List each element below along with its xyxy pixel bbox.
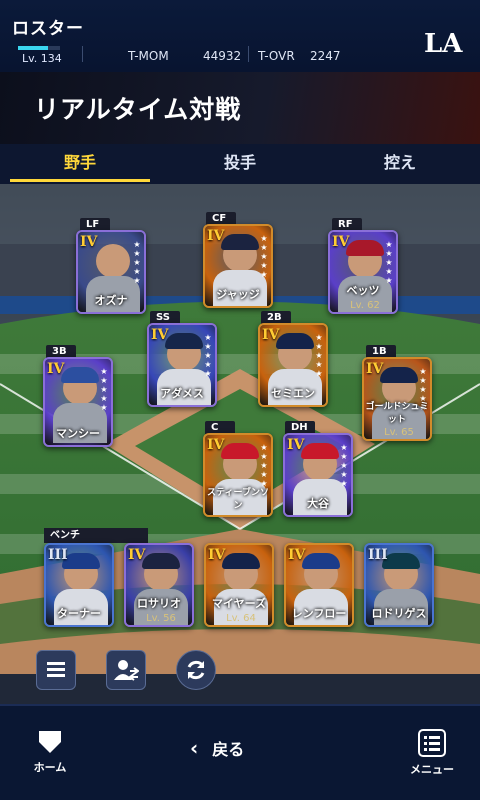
tovr-value: 2247 xyxy=(310,49,341,63)
grade-label: IV xyxy=(207,228,225,244)
star-rating-icon: ★ ★ ★ ★ ★ xyxy=(340,443,348,488)
home-plate-icon xyxy=(39,731,61,753)
mode-title: リアルタイム対戦 xyxy=(34,95,242,124)
tovr-label: T-OVR xyxy=(258,49,295,63)
player-cap xyxy=(142,553,180,569)
player-cap xyxy=(302,553,340,569)
swap-player-button[interactable] xyxy=(106,650,146,690)
grade-label: IV xyxy=(47,361,65,377)
player-name: ロサリオ xyxy=(137,597,181,610)
star-rating-icon: ★ ★ ★ ★ ★ xyxy=(260,443,268,488)
bench-card[interactable]: III ロドリゲス xyxy=(364,543,434,627)
player-cap xyxy=(276,333,314,349)
player-cap xyxy=(301,443,339,459)
baseball-field: LF IV ★ ★ ★ ★ ★ オズナ CF IV ★ ★ ★ ★ ★ ジャッジ RF IV ★… xyxy=(0,184,480,704)
tab-reserves[interactable]: 控え xyxy=(320,144,480,184)
player-level: Lv. 62 xyxy=(350,300,380,311)
tab-bar: 野手 投手 控え xyxy=(0,144,480,184)
divider xyxy=(248,46,249,62)
player-portrait xyxy=(96,244,130,278)
player-name: レンフロー xyxy=(291,607,347,620)
tab-pitchers[interactable]: 投手 xyxy=(160,144,320,184)
player-card-rf[interactable]: IV ★ ★ ★ ★ ★ ベッツ Lv. 62 xyxy=(328,230,398,314)
user-swap-icon xyxy=(114,660,139,681)
player-card-cf[interactable]: IV ★ ★ ★ ★ ★ ジャッジ xyxy=(203,224,273,308)
back-button[interactable]: ‹ 戻る xyxy=(190,736,290,760)
player-name: 大谷 xyxy=(307,497,329,510)
list-icon xyxy=(47,662,65,677)
bench-card[interactable]: IV マイヤーズ Lv. 64 xyxy=(204,543,274,627)
bench-label: ベンチ xyxy=(44,528,148,543)
player-name: マイヤーズ xyxy=(211,597,267,610)
grade-label: III xyxy=(48,547,68,563)
home-button[interactable]: ホーム xyxy=(26,728,74,775)
player-card-lf[interactable]: IV ★ ★ ★ ★ ★ オズナ xyxy=(76,230,146,314)
menu-icon xyxy=(418,729,446,757)
list-view-button[interactable] xyxy=(36,650,76,690)
tmom-value: 44932 xyxy=(203,49,242,63)
player-name: ジャッジ xyxy=(216,288,260,301)
menu-button[interactable]: メニュー xyxy=(404,728,460,777)
tmom-label: T-MOM xyxy=(128,49,169,63)
player-cap xyxy=(61,367,99,383)
player-card-2b[interactable]: IV ★ ★ ★ ★ ★ セミエン xyxy=(258,323,328,407)
grade-label: IV xyxy=(151,327,169,343)
player-name: ターナー xyxy=(57,607,101,620)
player-level: Lv. 64 xyxy=(226,613,256,624)
star-rating-icon: ★ ★ ★ ★ ★ xyxy=(315,333,323,378)
player-name: スティーブンソン xyxy=(207,488,269,511)
player-name: ロドリゲス xyxy=(371,607,427,620)
player-name: セミエン xyxy=(271,387,315,400)
menu-label: メニュー xyxy=(410,763,454,776)
grade-label: IV xyxy=(262,327,280,343)
screen-title: ロスター xyxy=(12,19,84,39)
player-level: Lv. 134 xyxy=(22,52,62,65)
grade-label: IV xyxy=(80,234,98,250)
player-name: ゴールドシュミット xyxy=(365,402,429,425)
chevron-left-icon: ‹ xyxy=(190,736,199,760)
grade-label: IV xyxy=(332,234,350,250)
player-cap xyxy=(221,234,259,250)
star-rating-icon: ★ ★ ★ ★ ★ xyxy=(204,333,212,378)
player-card-ss[interactable]: IV ★ ★ ★ ★ ★ アダメス xyxy=(147,323,217,407)
home-label: ホーム xyxy=(33,761,67,774)
bench-card[interactable]: IV レンフロー xyxy=(284,543,354,627)
player-level: Lv. 65 xyxy=(384,427,414,438)
player-name: オズナ xyxy=(94,294,128,307)
player-card-3b[interactable]: IV ★ ★ ★ ★ ★ マンシー xyxy=(43,357,113,447)
player-name: ベッツ xyxy=(346,284,380,297)
player-card-dh[interactable]: IV ★ ★ ★ ★ ★ 大谷 xyxy=(283,433,353,517)
grade-label: IV xyxy=(288,547,306,563)
grade-label: IV xyxy=(207,437,225,453)
player-cap xyxy=(346,240,384,256)
player-name: マンシー xyxy=(56,427,100,440)
bench-card[interactable]: III ターナー xyxy=(44,543,114,627)
grade-label: IV xyxy=(287,437,305,453)
grade-label: IV xyxy=(208,547,226,563)
star-rating-icon: ★ ★ ★ ★ ★ xyxy=(260,234,268,279)
player-card-1b[interactable]: IV ★ ★ ★ ★ ★ ゴールドシュミット Lv. 65 xyxy=(362,357,432,441)
back-label: 戻る xyxy=(212,740,245,759)
player-card-c[interactable]: IV ★ ★ ★ ★ ★ スティーブンソン xyxy=(203,433,273,517)
refresh-icon xyxy=(187,660,205,680)
divider xyxy=(82,46,83,62)
star-rating-icon: ★ ★ ★ ★ ★ xyxy=(133,240,141,285)
level-progress-fill xyxy=(18,46,48,50)
player-cap xyxy=(221,443,259,459)
star-rating-icon: ★ ★ ★ ★ ★ xyxy=(100,367,108,412)
tab-fielders[interactable]: 野手 xyxy=(0,144,160,184)
player-cap xyxy=(165,333,203,349)
player-cap xyxy=(380,367,418,383)
player-name: アダメス xyxy=(160,387,204,400)
grade-label: IV xyxy=(128,547,146,563)
player-level: Lv. 56 xyxy=(146,613,176,624)
star-rating-icon: ★ ★ ★ ★ ★ xyxy=(385,240,393,285)
player-cap xyxy=(222,553,260,569)
grade-label: III xyxy=(368,547,388,563)
bench-card[interactable]: IV ロサリオ Lv. 56 xyxy=(124,543,194,627)
grade-label: IV xyxy=(366,361,384,377)
auto-assign-button[interactable] xyxy=(176,650,216,690)
team-logo: LA xyxy=(424,29,463,59)
